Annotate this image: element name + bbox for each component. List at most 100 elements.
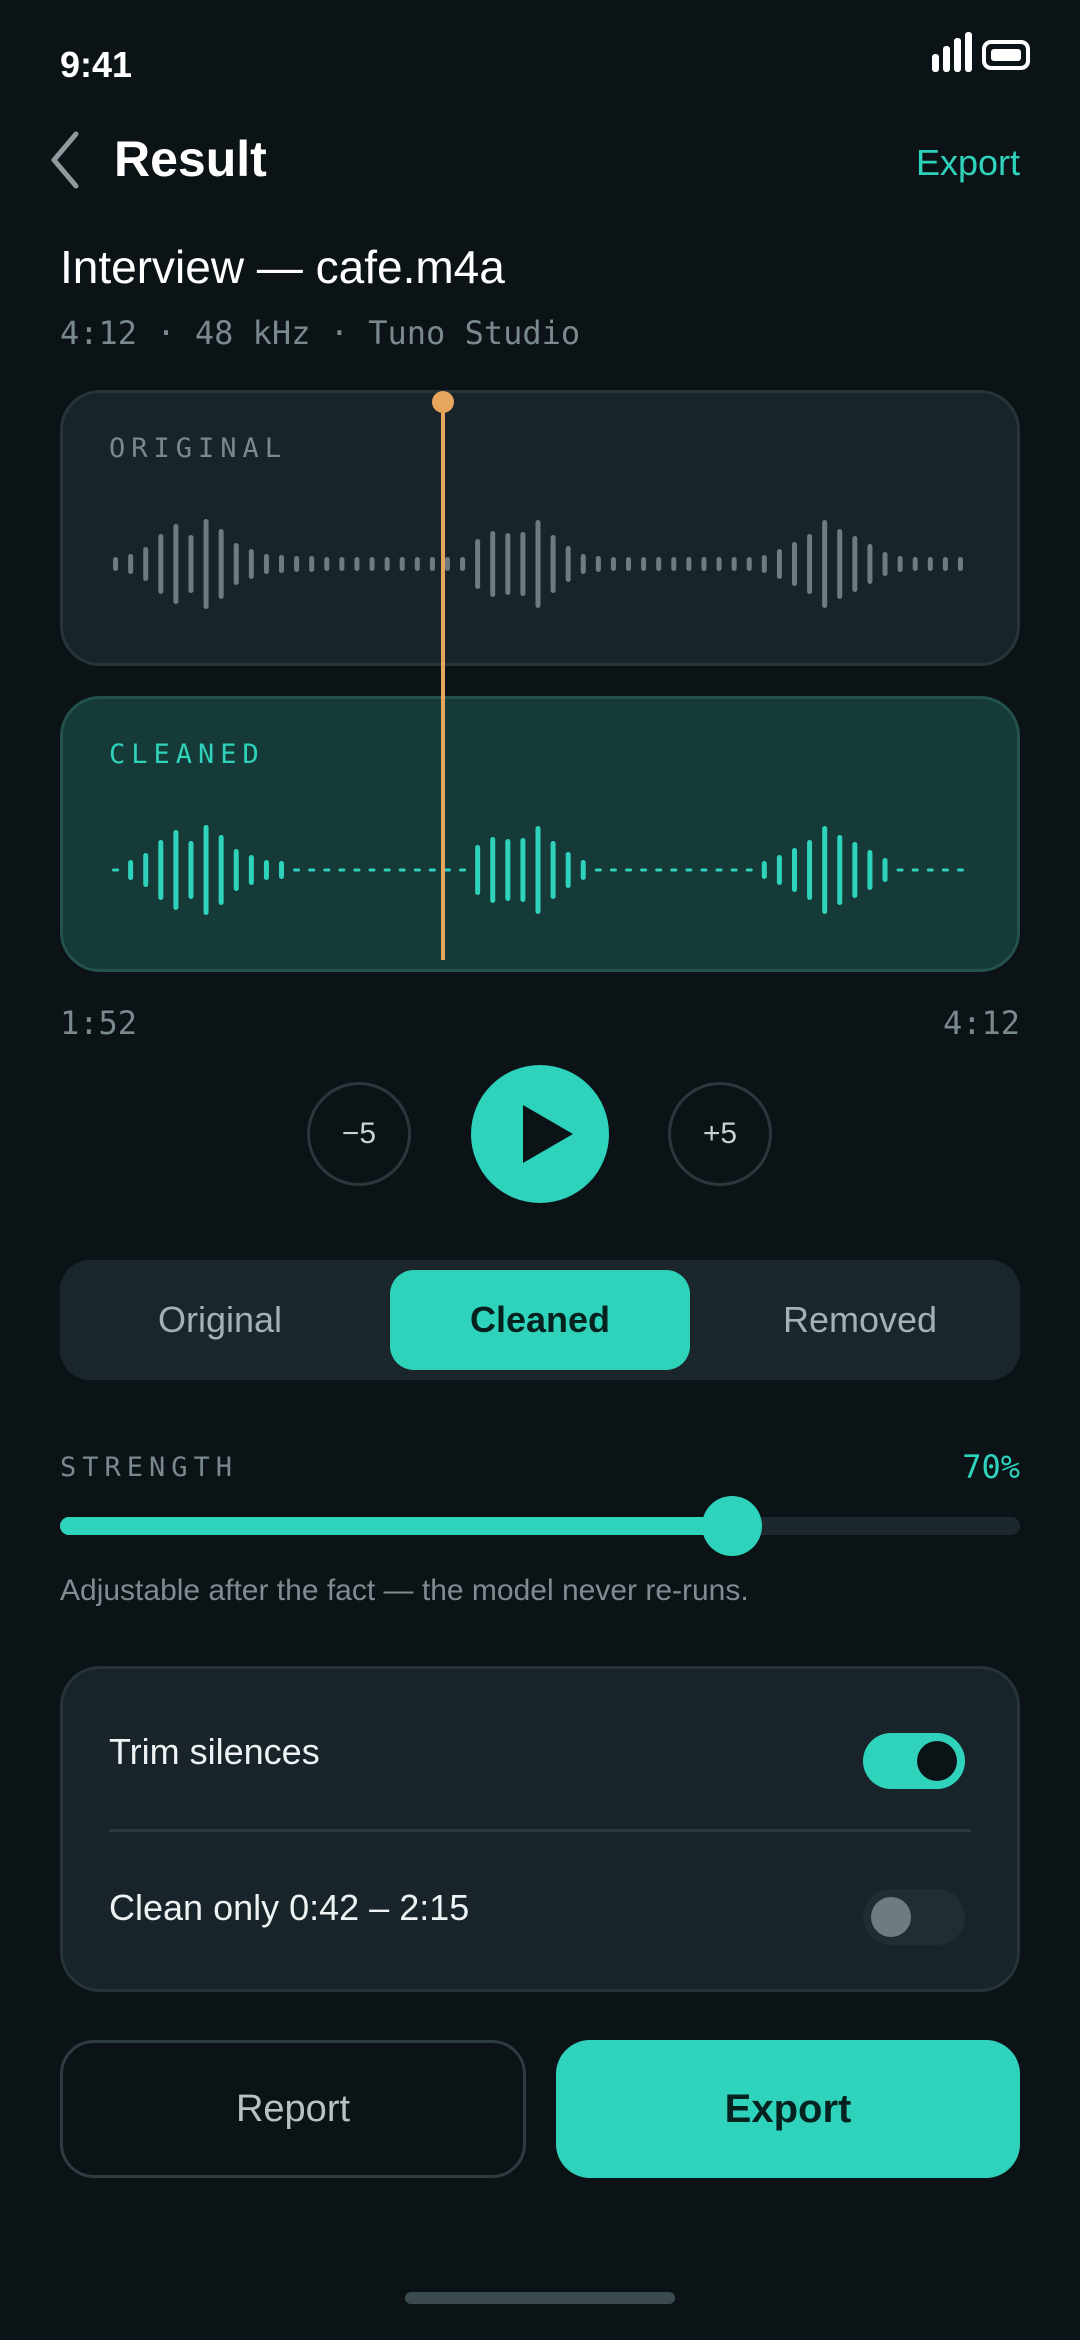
waveform-bar bbox=[730, 868, 738, 872]
waveform-bar bbox=[323, 868, 331, 872]
waveform-bar bbox=[912, 557, 918, 571]
playhead[interactable] bbox=[441, 400, 445, 960]
export-button[interactable]: Export bbox=[556, 2040, 1020, 2178]
waveform-bar bbox=[248, 549, 254, 579]
waveform-bar bbox=[444, 557, 450, 571]
waveform-bar bbox=[655, 868, 663, 872]
waveform-bar bbox=[475, 539, 481, 589]
back-button[interactable] bbox=[44, 128, 94, 192]
waveform-bar bbox=[791, 848, 797, 892]
waveform-bar bbox=[143, 547, 149, 581]
waveform-bar bbox=[460, 557, 466, 571]
waveform-bar bbox=[822, 826, 828, 914]
waveform-bar bbox=[413, 868, 421, 872]
waveform-bar bbox=[776, 855, 782, 885]
waveform-bar bbox=[490, 531, 496, 597]
waveform-bar bbox=[520, 838, 526, 902]
waveform-bar bbox=[309, 556, 315, 572]
header-export-link[interactable]: Export bbox=[916, 142, 1020, 184]
waveform-bar bbox=[158, 534, 164, 594]
waveform-bar bbox=[505, 533, 511, 595]
waveform-bar bbox=[807, 840, 813, 900]
divider bbox=[109, 1829, 971, 1832]
play-icon bbox=[523, 1105, 573, 1163]
waveform-bar bbox=[941, 868, 949, 872]
waveform-bar bbox=[279, 861, 285, 879]
clean-range-toggle[interactable] bbox=[863, 1889, 965, 1945]
waveform-bar bbox=[338, 868, 346, 872]
waveform-bar bbox=[685, 868, 693, 872]
waveform-bar bbox=[956, 868, 964, 872]
waveform-bar bbox=[158, 840, 164, 900]
strength-hint: Adjustable after the fact — the model ne… bbox=[60, 1574, 749, 1607]
chevron-left-icon bbox=[51, 131, 79, 189]
waveform-bar bbox=[203, 519, 209, 609]
waveform-bar bbox=[640, 868, 648, 872]
waveform-bar bbox=[369, 557, 375, 571]
waveform-bar bbox=[746, 557, 752, 571]
waveform-bar bbox=[776, 549, 782, 579]
skip-forward-button[interactable]: +5 bbox=[668, 1082, 772, 1186]
waveform-bar bbox=[626, 557, 632, 571]
waveform-bar bbox=[882, 552, 888, 576]
waveform-bar bbox=[580, 860, 586, 880]
waveform-bar bbox=[731, 557, 737, 571]
waveform-bar bbox=[535, 826, 541, 914]
waveform-bar bbox=[807, 534, 813, 594]
waveform-bar bbox=[926, 868, 934, 872]
original-waveform-panel[interactable]: ORIGINAL bbox=[60, 390, 1020, 666]
cleaned-waveform-label: CLEANED bbox=[109, 739, 265, 770]
waveform-bar bbox=[475, 845, 481, 895]
waveform-bar bbox=[490, 837, 496, 903]
options-card: Trim silences Clean only 0:42 – 2:15 bbox=[60, 1666, 1020, 1992]
waveform-bar bbox=[595, 556, 601, 572]
waveform-bar bbox=[324, 557, 330, 571]
waveform-bar bbox=[218, 529, 224, 599]
playhead-handle[interactable] bbox=[432, 391, 454, 413]
waveform-bar bbox=[233, 543, 239, 585]
waveform-bar bbox=[670, 868, 678, 872]
waveform-bar bbox=[867, 544, 873, 584]
status-time: 9:41 bbox=[60, 44, 133, 85]
tab-original[interactable]: Original bbox=[70, 1270, 370, 1370]
cleaned-waveform-panel[interactable]: CLEANED bbox=[60, 696, 1020, 972]
waveform-bar bbox=[398, 868, 406, 872]
tab-cleaned[interactable]: Cleaned bbox=[390, 1270, 690, 1370]
waveform-bar bbox=[609, 868, 617, 872]
skip-back-button[interactable]: −5 bbox=[307, 1082, 411, 1186]
waveform-bar bbox=[218, 835, 224, 905]
strength-value: 70% bbox=[962, 1448, 1020, 1486]
waveform-bar bbox=[263, 554, 269, 574]
waveform-bar bbox=[580, 554, 586, 574]
waveform-bar bbox=[625, 868, 633, 872]
waveform-bar bbox=[656, 557, 662, 571]
waveform-bar bbox=[761, 555, 767, 573]
waveform-bar bbox=[143, 853, 149, 887]
waveform-bar bbox=[957, 557, 963, 571]
waveform-bar bbox=[565, 546, 571, 582]
waveform-bar bbox=[837, 529, 843, 599]
strength-slider-fill bbox=[60, 1517, 732, 1535]
waveform-bar bbox=[173, 524, 179, 604]
waveform-bar bbox=[294, 556, 300, 572]
battery-icon bbox=[982, 40, 1030, 70]
report-button[interactable]: Report bbox=[60, 2040, 526, 2178]
trim-silences-toggle[interactable] bbox=[863, 1733, 965, 1789]
total-time: 4:12 bbox=[942, 1004, 1020, 1042]
waveform-bar bbox=[505, 839, 511, 901]
play-button[interactable] bbox=[471, 1065, 609, 1203]
waveform-bar bbox=[897, 556, 903, 572]
waveform-bar bbox=[550, 841, 556, 899]
waveform-bar bbox=[429, 557, 435, 571]
waveform-bar bbox=[248, 855, 254, 885]
waveform-bar bbox=[263, 860, 269, 880]
tab-removed[interactable]: Removed bbox=[710, 1270, 1010, 1370]
waveform-bar bbox=[128, 860, 134, 880]
waveform-bar bbox=[745, 868, 753, 872]
mode-segmented-control: Original Cleaned Removed bbox=[60, 1260, 1020, 1380]
waveform-bar bbox=[112, 868, 120, 872]
strength-slider-thumb[interactable] bbox=[702, 1496, 762, 1556]
page-title: Result bbox=[114, 131, 267, 187]
strength-label: STRENGTH bbox=[60, 1452, 239, 1483]
waveform-bar bbox=[354, 557, 360, 571]
